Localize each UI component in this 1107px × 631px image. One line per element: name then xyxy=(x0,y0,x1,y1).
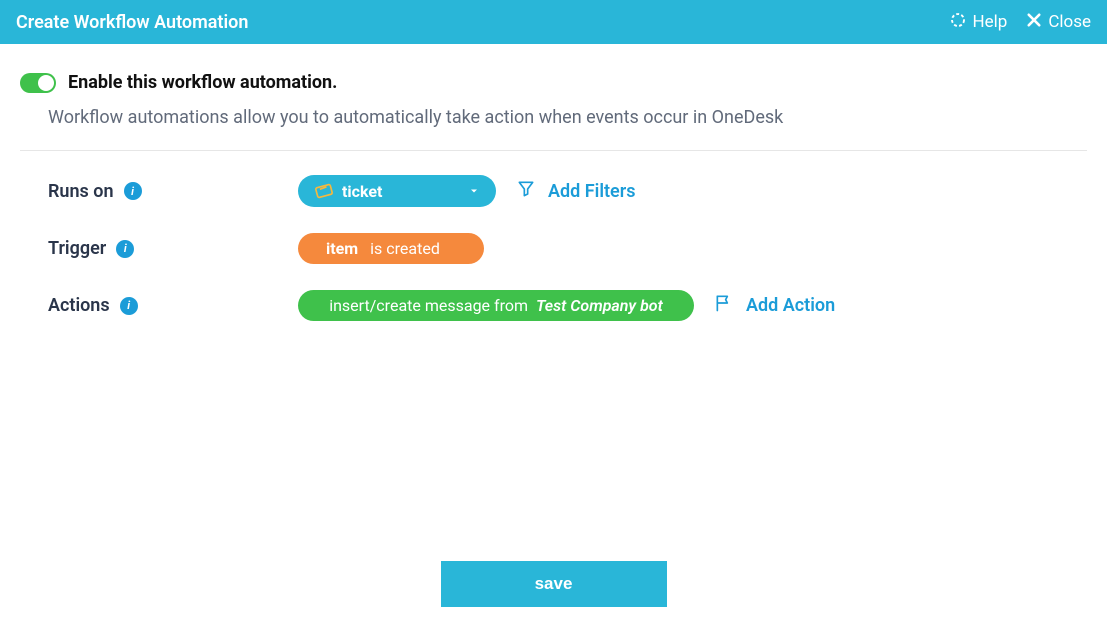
info-icon[interactable]: i xyxy=(120,297,138,315)
filter-icon xyxy=(516,179,536,204)
close-icon xyxy=(1025,11,1043,34)
trigger-label-area: Trigger i xyxy=(48,238,298,259)
help-button[interactable]: Help xyxy=(949,11,1007,34)
enable-label: Enable this workflow automation. xyxy=(68,72,337,93)
runs-on-label: Runs on xyxy=(48,181,114,202)
help-label: Help xyxy=(972,12,1007,32)
action-prefix: insert/create message from xyxy=(329,296,528,315)
info-icon[interactable]: i xyxy=(124,182,142,200)
header-actions: Help Close xyxy=(949,11,1091,34)
flag-icon xyxy=(714,293,734,318)
add-action-label: Add Action xyxy=(746,295,835,316)
runs-on-label-area: Runs on i xyxy=(48,181,298,202)
actions-label-area: Actions i xyxy=(48,295,298,316)
trigger-condition-text: is created xyxy=(370,239,440,258)
add-filters-label: Add Filters xyxy=(548,181,635,202)
actions-label: Actions xyxy=(48,295,110,316)
help-ring-icon xyxy=(949,11,967,34)
trigger-controls: item is created xyxy=(298,233,484,264)
action-value: Test Company bot xyxy=(536,296,663,315)
dialog-content: Enable this workflow automation. Workflo… xyxy=(0,44,1107,347)
trigger-pill[interactable]: item is created xyxy=(298,233,484,264)
add-filters-button[interactable]: Add Filters xyxy=(516,179,635,204)
dialog-title: Create Workflow Automation xyxy=(16,12,248,33)
add-action-button[interactable]: Add Action xyxy=(714,293,835,318)
trigger-item-label: item xyxy=(326,239,358,258)
runs-on-value: ticket xyxy=(342,182,382,201)
close-label: Close xyxy=(1048,12,1091,32)
chevron-down-icon xyxy=(468,182,480,201)
ticket-icon xyxy=(314,181,334,201)
enable-toggle[interactable] xyxy=(20,73,56,93)
actions-row: Actions i insert/create message from Tes… xyxy=(0,290,1107,347)
info-icon[interactable]: i xyxy=(116,240,134,258)
trigger-row: Trigger i item is created xyxy=(0,233,1107,290)
section-divider xyxy=(20,150,1087,151)
save-button[interactable]: save xyxy=(441,561,667,607)
dialog-header: Create Workflow Automation Help Close xyxy=(0,0,1107,44)
actions-controls: insert/create message from Test Company … xyxy=(298,290,835,321)
runs-on-row: Runs on i ticket xyxy=(0,175,1107,233)
runs-on-controls: ticket Add Filters xyxy=(298,175,635,207)
runs-on-dropdown[interactable]: ticket xyxy=(298,175,496,207)
close-button[interactable]: Close xyxy=(1025,11,1091,34)
trigger-label: Trigger xyxy=(48,238,106,259)
description-text: Workflow automations allow you to automa… xyxy=(0,107,1107,150)
action-pill[interactable]: insert/create message from Test Company … xyxy=(298,290,694,321)
enable-row: Enable this workflow automation. xyxy=(0,72,1107,107)
